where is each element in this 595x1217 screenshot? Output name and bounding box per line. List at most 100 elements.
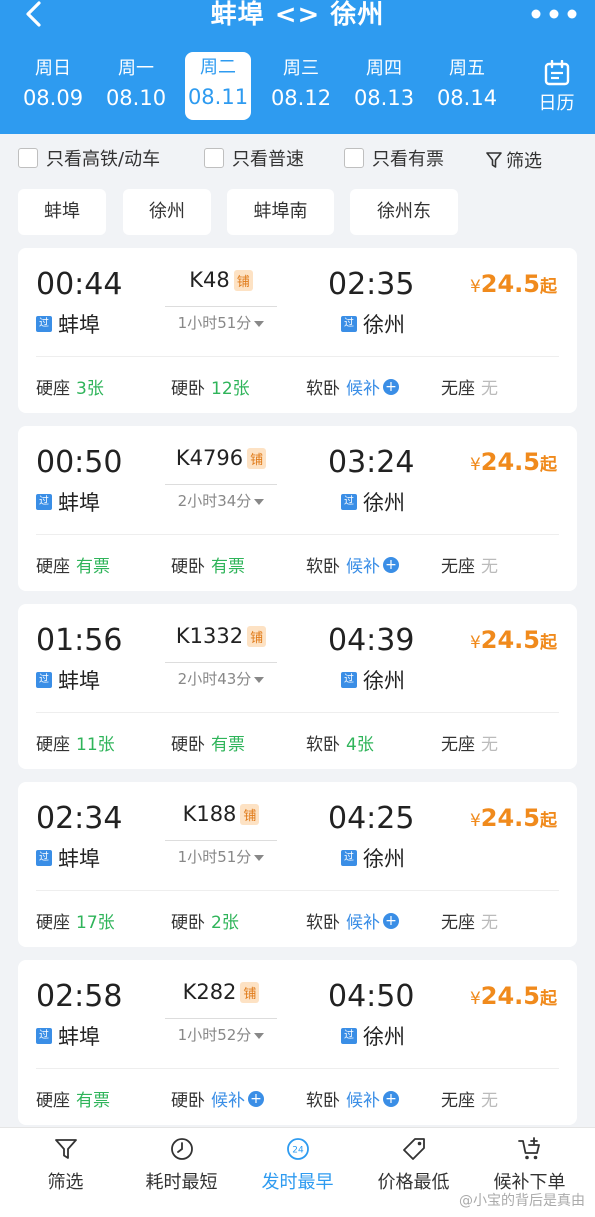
seat-status: 无 xyxy=(481,379,498,399)
caret-down-icon xyxy=(254,676,265,683)
bottom-filter-button[interactable]: 筛选 xyxy=(6,1136,125,1194)
price: ¥24.5起 xyxy=(470,626,557,654)
calendar-button[interactable]: 日历 xyxy=(518,58,595,120)
duration-toggle[interactable]: 1小时51分 xyxy=(165,312,277,333)
date-tab-0814[interactable]: 周五 08.14 xyxy=(428,48,506,120)
date-tab-0813[interactable]: 周四 08.13 xyxy=(345,48,423,120)
departure-time: 01:56 xyxy=(36,623,123,658)
seat-soft-sleeper[interactable]: 软卧 候补 + xyxy=(306,908,399,933)
sort-earliest-button[interactable]: 24 发时最早 xyxy=(238,1136,357,1194)
departure-station: 过 蚌埠 xyxy=(36,309,100,339)
divider xyxy=(36,356,559,357)
seat-status: 候补 xyxy=(346,557,380,577)
seat-no-seat: 无座 无 xyxy=(441,908,498,933)
price-suffix: 起 xyxy=(540,455,557,475)
date-tab-0812[interactable]: 周三 08.12 xyxy=(262,48,340,120)
clock-24-text: 24 xyxy=(292,1146,304,1156)
seat-hard-sleeper[interactable]: 硬卧 候补 + xyxy=(171,1086,264,1111)
station-name: 徐州 xyxy=(363,847,405,871)
berth-badge: 铺 xyxy=(247,447,267,469)
train-number: K282 xyxy=(182,980,237,1004)
departure-time: 02:58 xyxy=(36,979,123,1014)
date-tab-0809[interactable]: 周日 08.09 xyxy=(14,48,92,120)
price-value: 24.5 xyxy=(480,448,540,476)
price-currency: ¥ xyxy=(469,989,481,1009)
waitlist-plus-icon: + xyxy=(248,1090,264,1107)
sort-cheapest-button[interactable]: 价格最低 xyxy=(354,1136,473,1194)
seat-type: 硬卧 xyxy=(171,379,205,399)
date-tab-0811[interactable]: 周二 08.11 xyxy=(185,52,251,120)
pass-badge: 过 xyxy=(341,316,357,332)
pass-badge: 过 xyxy=(36,316,52,332)
seat-soft-sleeper[interactable]: 软卧 候补 + xyxy=(306,1086,399,1111)
date-tab-weekday: 周日 xyxy=(35,58,71,79)
date-tabs: 周日 08.09 周一 08.10 周二 08.11 周三 08.12 周四 0… xyxy=(0,48,516,124)
route-line xyxy=(165,1018,277,1019)
train-card-k1332[interactable]: 01:56 过 蚌埠 K1332 铺 2小时43分 04:39 过 徐州 ¥24.… xyxy=(18,604,577,769)
filter-button[interactable]: 筛选 xyxy=(486,147,542,173)
train-number: K4796 xyxy=(175,446,244,470)
station-chip-bengbu-south[interactable]: 蚌埠南 xyxy=(227,189,334,235)
station-name: 徐州 xyxy=(363,669,405,693)
seat-soft-sleeper[interactable]: 软卧 候补 + xyxy=(306,374,399,399)
waitlist-order-button[interactable]: 候补下单 xyxy=(470,1136,589,1194)
seat-type: 软卧 xyxy=(306,913,340,933)
date-tab-date: 08.11 xyxy=(187,85,249,109)
station-chip-xuzhou-east[interactable]: 徐州东 xyxy=(350,189,458,235)
duration-toggle[interactable]: 2小时34分 xyxy=(165,490,277,511)
bottom-label: 筛选 xyxy=(47,1172,84,1193)
seat-hard-sleeper: 硬卧 12张 xyxy=(171,374,250,399)
arrival-station: 过 徐州 xyxy=(341,1021,405,1051)
arrival-station: 过 徐州 xyxy=(341,487,405,517)
date-tab-date: 08.14 xyxy=(436,86,498,110)
duration-text: 1小时51分 xyxy=(177,848,252,866)
available-only-checkbox[interactable]: 只看有票 xyxy=(344,147,444,170)
seat-no-seat: 无座 无 xyxy=(441,730,498,755)
station-chip-bengbu[interactable]: 蚌埠 xyxy=(18,189,106,235)
date-tab-0810[interactable]: 周一 08.10 xyxy=(97,48,175,120)
train-card-k188[interactable]: 02:34 过 蚌埠 K188 铺 1小时51分 04:25 过 徐州 ¥24.5… xyxy=(18,782,577,947)
departure-time: 00:50 xyxy=(36,445,123,480)
duration-text: 1小时52分 xyxy=(177,1026,252,1044)
duration-toggle[interactable]: 2小时43分 xyxy=(165,668,277,689)
train-card-k48[interactable]: 00:44 过 蚌埠 K48 铺 1小时51分 02:35 过 徐州 ¥24.5起… xyxy=(18,248,577,413)
seat-status: 17张 xyxy=(76,913,115,933)
train-card-k4796[interactable]: 00:50 过 蚌埠 K4796 铺 2小时34分 03:24 过 徐州 ¥24.… xyxy=(18,426,577,591)
high-speed-only-checkbox[interactable]: 只看高铁/动车 xyxy=(18,147,160,170)
divider xyxy=(36,890,559,891)
station-name: 蚌埠 xyxy=(58,491,100,515)
divider xyxy=(36,712,559,713)
waitlist-plus-icon: + xyxy=(383,912,399,929)
checkbox-label: 只看有票 xyxy=(372,149,444,170)
duration-toggle[interactable]: 1小时51分 xyxy=(165,846,277,867)
seat-status: 有票 xyxy=(76,1091,110,1111)
price: ¥24.5起 xyxy=(470,804,557,832)
seat-status: 有票 xyxy=(211,735,245,755)
seat-status: 有票 xyxy=(76,557,110,577)
normal-speed-only-checkbox[interactable]: 只看普速 xyxy=(204,147,304,170)
berth-badge: 铺 xyxy=(247,625,267,647)
arrival-time: 02:35 xyxy=(328,267,415,302)
sort-shortest-button[interactable]: 耗时最短 xyxy=(122,1136,241,1194)
train-card-k282[interactable]: 02:58 过 蚌埠 K282 铺 1小时52分 04:50 过 徐州 ¥24.5… xyxy=(18,960,577,1125)
date-tab-date: 08.09 xyxy=(22,86,84,110)
station-chip-xuzhou[interactable]: 徐州 xyxy=(123,189,211,235)
date-tab-date: 08.12 xyxy=(270,86,332,110)
caret-down-icon xyxy=(254,854,265,861)
price-currency: ¥ xyxy=(469,277,481,297)
calendar-label: 日历 xyxy=(538,93,575,114)
arrival-time: 04:50 xyxy=(328,979,415,1014)
price-currency: ¥ xyxy=(469,811,481,831)
seat-soft-sleeper: 软卧 4张 xyxy=(306,730,374,755)
seat-hard-seat: 硬座 11张 xyxy=(36,730,115,755)
berth-badge: 铺 xyxy=(233,269,253,291)
price-suffix: 起 xyxy=(540,633,557,653)
duration-text: 2小时34分 xyxy=(177,492,252,510)
checkbox-label: 只看普速 xyxy=(232,149,304,170)
waitlist-plus-icon: + xyxy=(383,1090,399,1107)
seat-status: 有票 xyxy=(211,557,245,577)
calendar-icon xyxy=(544,60,569,86)
seat-soft-sleeper[interactable]: 软卧 候补 + xyxy=(306,552,399,577)
duration-toggle[interactable]: 1小时52分 xyxy=(165,1024,277,1045)
more-icon[interactable] xyxy=(529,4,579,24)
